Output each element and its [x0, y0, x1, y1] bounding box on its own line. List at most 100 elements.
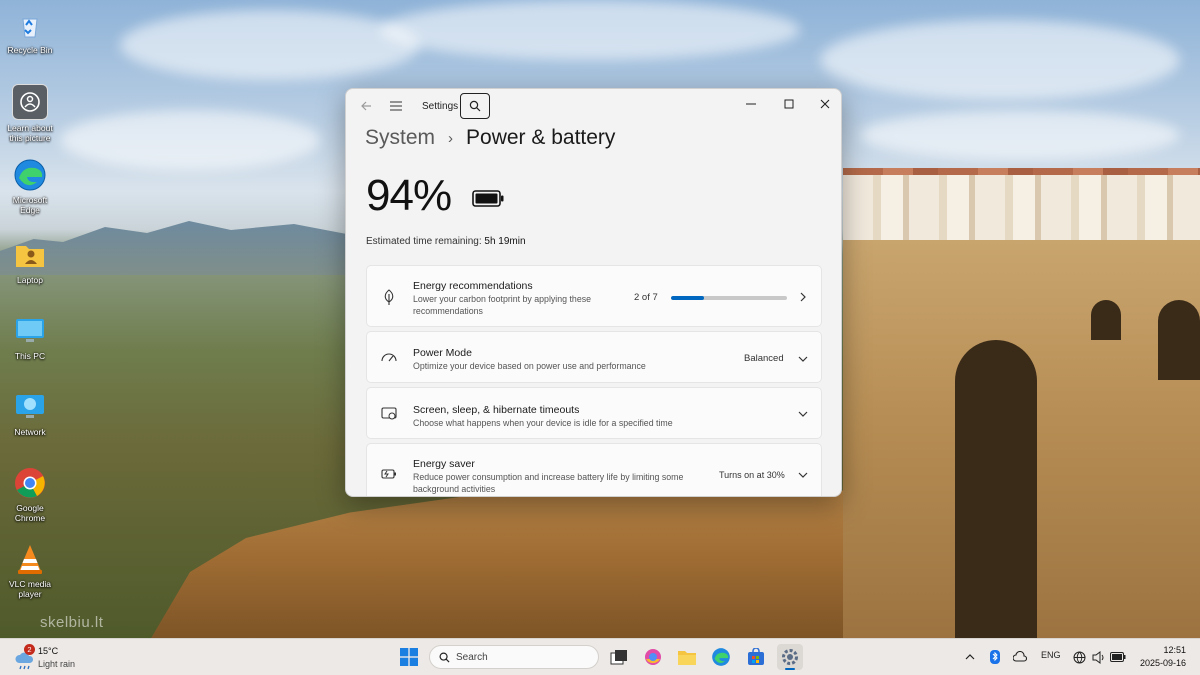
- card-description: Optimize your device based on power use …: [413, 361, 646, 371]
- system-clock[interactable]: 12:51 2025-09-16: [1136, 644, 1186, 670]
- cloud-icon[interactable]: [1013, 651, 1027, 663]
- desktop-icon-laptop[interactable]: Laptop: [4, 238, 56, 285]
- taskbar-search[interactable]: [429, 645, 599, 669]
- clock-time: 12:51: [1163, 645, 1186, 655]
- breadcrumb-separator: ›: [448, 129, 454, 147]
- taskbar-copilot[interactable]: [640, 644, 666, 670]
- desktop-icon-label: Google Chrome: [14, 503, 46, 523]
- settings-window: Settings System › Power & battery 94% Es…: [345, 88, 842, 497]
- minimize-icon: [746, 103, 756, 105]
- card-title: Energy recommendations: [413, 280, 533, 292]
- active-app-indicator: [785, 668, 795, 670]
- close-button[interactable]: [810, 93, 840, 115]
- taskbar-task-view[interactable]: [606, 644, 632, 670]
- desktop-icon-chrome[interactable]: Google Chrome: [4, 466, 56, 523]
- breadcrumb-system-link[interactable]: System: [365, 126, 435, 150]
- maximize-button[interactable]: [774, 93, 804, 115]
- taskbar-search-input[interactable]: [456, 649, 586, 665]
- screen-sleep-icon: [381, 406, 397, 422]
- estimated-time-value: 5h 19min: [484, 236, 526, 247]
- desktop-icon-learn-picture[interactable]: Learn about this picture: [4, 84, 56, 143]
- taskbar-edge[interactable]: [708, 644, 734, 670]
- recommendations-progress-bar: [671, 296, 787, 300]
- weather-temperature: 15°C: [38, 646, 59, 656]
- energy-recommendations-card[interactable]: Energy recommendations Lower your carbon…: [366, 265, 822, 327]
- recycle-bin-icon: [13, 8, 47, 42]
- chevron-right-icon: [800, 292, 806, 302]
- taskbar-settings[interactable]: [777, 644, 803, 670]
- copilot-icon: [645, 649, 661, 665]
- chevron-down-icon: [798, 356, 808, 362]
- energy-saver-icon: [381, 466, 397, 482]
- edge-icon: [712, 648, 730, 666]
- input-language[interactable]: ENG: [1041, 650, 1061, 660]
- power-mode-card[interactable]: Power Mode Optimize your device based on…: [366, 331, 822, 383]
- desktop-icon-recycle-bin[interactable]: Recycle Bin: [4, 8, 56, 55]
- desktop-icon-label: Learn about this picture: [7, 123, 53, 143]
- network-icon: [13, 390, 47, 424]
- taskbar-file-explorer[interactable]: [674, 644, 700, 670]
- weather-widget[interactable]: 2 15°C Light rain: [14, 643, 94, 673]
- card-description: Reduce power consumption and increase ba…: [413, 472, 684, 494]
- chrome-icon: [13, 466, 47, 500]
- card-title: Screen, sleep, & hibernate timeouts: [413, 404, 580, 416]
- desktop-icon-label: This PC: [14, 351, 46, 361]
- hamburger-icon: [390, 101, 402, 111]
- breadcrumb: System › Power & battery: [365, 126, 615, 150]
- desktop-icon-label: Network: [14, 427, 46, 437]
- chevron-down-icon: [798, 472, 808, 478]
- volume-icon[interactable]: [1092, 651, 1105, 664]
- back-arrow-icon: [361, 101, 371, 111]
- power-mode-dropdown[interactable]: Balanced: [744, 353, 784, 364]
- energy-saver-threshold[interactable]: Turns on at 30%: [719, 470, 785, 480]
- desktop-icon-vlc[interactable]: VLC media player: [4, 542, 56, 599]
- this-pc-icon: [13, 314, 47, 348]
- desktop-icon-label: Laptop: [17, 275, 43, 285]
- progress-fill: [671, 296, 705, 300]
- card-title: Energy saver: [413, 458, 475, 470]
- chevron-up-icon[interactable]: [965, 653, 975, 661]
- chevron-down-icon: [798, 411, 808, 417]
- card-description: Choose what happens when your device is …: [413, 418, 673, 428]
- taskbar-store[interactable]: [743, 644, 769, 670]
- vlc-icon: [13, 542, 47, 576]
- store-icon: [748, 648, 764, 665]
- card-description: Lower your carbon footprint by applying …: [413, 294, 591, 316]
- folder-icon: [678, 651, 696, 665]
- rain-cloud-icon: [15, 652, 34, 670]
- estimated-time-label: Estimated time remaining:: [366, 236, 482, 247]
- bluetooth-icon[interactable]: [990, 650, 1000, 664]
- app-title: Settings: [422, 101, 459, 112]
- close-icon: [820, 99, 830, 109]
- title-bar: Settings: [346, 89, 841, 125]
- task-view-icon: [610, 650, 627, 665]
- learn-picture-icon: [12, 84, 48, 120]
- battery-percentage: 94%: [366, 171, 452, 220]
- desktop-icon-edge[interactable]: Microsoft Edge: [4, 158, 56, 215]
- screen-sleep-card[interactable]: Screen, sleep, & hibernate timeouts Choo…: [366, 387, 822, 439]
- minimize-button[interactable]: [736, 93, 766, 115]
- battery-tray-icon[interactable]: [1110, 652, 1126, 662]
- clock-date: 2025-09-16: [1139, 658, 1186, 668]
- estimated-time: Estimated time remaining: 5h 19min: [366, 236, 526, 247]
- leaf-icon: [381, 289, 397, 305]
- start-button[interactable]: [396, 644, 422, 670]
- windows-logo-icon: [400, 648, 418, 666]
- edge-icon: [13, 158, 47, 192]
- gear-icon: [782, 649, 798, 665]
- nav-menu-button[interactable]: [385, 95, 407, 117]
- maximize-icon: [784, 99, 794, 109]
- globe-icon[interactable]: [1073, 651, 1086, 664]
- power-mode-icon: [381, 350, 397, 366]
- recommendations-count: 2 of 7: [634, 292, 658, 303]
- desktop-icon-this-pc[interactable]: This PC: [4, 314, 56, 361]
- back-button[interactable]: [355, 95, 377, 117]
- search-settings-button[interactable]: [460, 93, 490, 119]
- user-folder-icon: [13, 238, 47, 272]
- battery-icon: [472, 190, 504, 207]
- search-icon: [439, 652, 450, 663]
- taskbar: 2 15°C Light rain ENG 12:51 2025-09-16: [0, 638, 1200, 675]
- energy-saver-card[interactable]: Energy saver Reduce power consumption an…: [366, 443, 822, 496]
- desktop-icon-network[interactable]: Network: [4, 390, 56, 437]
- card-title: Power Mode: [413, 347, 472, 359]
